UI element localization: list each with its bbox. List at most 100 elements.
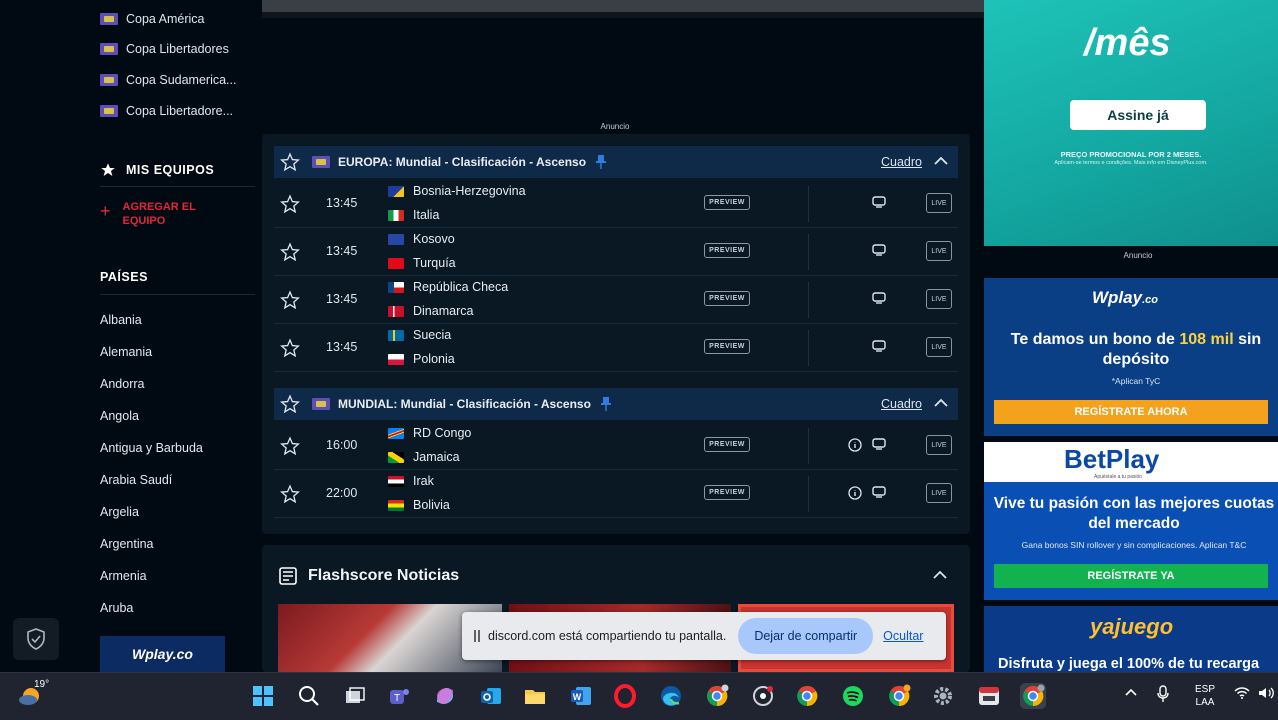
search-icon[interactable] — [296, 683, 322, 709]
cuadro-link[interactable]: Cuadro — [881, 397, 922, 411]
country-item[interactable]: Albania — [100, 313, 142, 327]
match-row[interactable]: 16:00 RD Congo Jamaica PREVIEW LIVE — [274, 422, 958, 470]
fifa-flag-icon — [100, 74, 118, 86]
volume-icon[interactable] — [1258, 686, 1274, 704]
league-header-europa[interactable]: EUROPA: Mundial - Clasificación - Ascens… — [274, 146, 958, 178]
preview-button[interactable]: PREVIEW — [704, 195, 750, 210]
microphone-icon[interactable] — [1156, 685, 1170, 707]
teams-icon[interactable]: T — [386, 683, 412, 709]
league-header-mundial[interactable]: MUNDIAL: Mundial - Clasificación - Ascen… — [274, 388, 958, 420]
live-button[interactable]: LIVE — [926, 337, 952, 357]
preview-button[interactable]: PREVIEW — [704, 339, 750, 354]
privacy-shield-button[interactable] — [13, 618, 59, 660]
wifi-icon[interactable] — [1234, 687, 1250, 703]
app-window-icon[interactable] — [976, 683, 1002, 709]
live-button[interactable]: LIVE — [926, 241, 952, 261]
league-name[interactable]: MUNDIAL: Mundial - Clasificación - Ascen… — [338, 397, 591, 411]
country-item[interactable]: Andorra — [100, 377, 144, 391]
country-item[interactable]: Angola — [100, 409, 139, 423]
preview-button[interactable]: PREVIEW — [704, 437, 750, 452]
match-row[interactable]: 13:45 Suecia Polonia PREVIEW LIVE — [274, 324, 958, 372]
chrome-profile-icon[interactable] — [704, 683, 730, 709]
match-row[interactable]: 13:45 Kosovo Turquía PREVIEW LIVE — [274, 228, 958, 276]
country-item[interactable]: Arabia Saudí — [100, 473, 172, 487]
file-explorer-icon[interactable] — [522, 683, 548, 709]
preview-button[interactable]: PREVIEW — [704, 485, 750, 500]
star-outline-icon[interactable] — [280, 484, 300, 504]
windows-start-icon[interactable] — [250, 683, 276, 709]
match-row[interactable]: 13:45 Bosnia-Herzegovina Italia PREVIEW … — [274, 180, 958, 228]
ad-disney[interactable]: /mês Assine já PREÇO PROMOCIONAL POR 2 M… — [984, 0, 1278, 246]
league-name[interactable]: EUROPA: Mundial - Clasificación - Ascens… — [338, 155, 586, 169]
live-button[interactable]: LIVE — [926, 483, 952, 503]
sidebar-league-copa-sudamericana[interactable]: Copa Sudamerica... — [100, 70, 236, 90]
outlook-icon[interactable] — [478, 683, 504, 709]
spotify-icon[interactable] — [840, 683, 866, 709]
cuadro-link[interactable]: Cuadro — [881, 155, 922, 169]
chevron-up-icon[interactable] — [934, 156, 948, 166]
chevron-up-icon[interactable] — [932, 570, 948, 580]
ad-wplay[interactable]: Wplay.co Te damos un bono de 108 mil sin… — [984, 278, 1278, 436]
registrate-ahora-button[interactable]: REGÍSTRATE AHORA — [994, 400, 1268, 424]
tv-icon[interactable] — [872, 486, 886, 498]
assine-button[interactable]: Assine já — [1070, 100, 1206, 130]
pin-icon[interactable] — [600, 397, 611, 411]
star-outline-icon[interactable] — [280, 242, 300, 262]
tv-icon[interactable] — [872, 292, 886, 304]
info-icon[interactable] — [848, 438, 862, 452]
info-icon[interactable] — [848, 486, 862, 500]
star-outline-icon[interactable] — [280, 394, 300, 414]
chrome-profile-icon[interactable] — [886, 683, 912, 709]
chevron-up-icon[interactable] — [934, 398, 948, 408]
country-item[interactable]: Armenia — [100, 569, 147, 583]
star-outline-icon[interactable] — [280, 338, 300, 358]
copilot-icon[interactable] — [432, 683, 458, 709]
ad-betplay[interactable]: BetPlay Apuéstale a tu pasión Vive tu pa… — [984, 442, 1278, 600]
preview-button[interactable]: PREVIEW — [704, 243, 750, 258]
betplay-logo: BetPlay — [1064, 444, 1160, 474]
sidebar-league-copa-libertadores[interactable]: Copa Libertadores — [100, 39, 229, 59]
country-item[interactable]: Alemania — [100, 345, 152, 359]
word-icon[interactable]: W — [568, 683, 594, 709]
preview-button[interactable]: PREVIEW — [704, 291, 750, 306]
live-button[interactable]: LIVE — [926, 435, 952, 455]
star-outline-icon[interactable] — [280, 194, 300, 214]
country-item[interactable]: Aruba — [100, 601, 133, 615]
live-button[interactable]: LIVE — [926, 289, 952, 309]
star-outline-icon[interactable] — [280, 290, 300, 310]
tv-icon[interactable] — [872, 196, 886, 208]
country-item[interactable]: Argentina — [100, 537, 154, 551]
star-outline-icon[interactable] — [280, 436, 300, 456]
hide-button[interactable]: Ocultar — [883, 629, 923, 643]
opera-icon[interactable] — [612, 683, 638, 709]
stop-sharing-button[interactable]: Dejar de compartir — [738, 618, 874, 654]
chevron-up-icon[interactable] — [1124, 687, 1138, 701]
ad-yajuego[interactable]: yajuego Disfruta y juega el 100% de tu r… — [984, 606, 1278, 672]
chrome-active-icon[interactable] — [1020, 683, 1046, 709]
drag-handle-icon[interactable] — [474, 630, 480, 642]
match-row[interactable]: 22:00 Irak Bolivia PREVIEW LIVE — [274, 470, 958, 518]
sidebar-ad-wplay[interactable]: Wplay.co — [100, 636, 225, 672]
star-outline-icon[interactable] — [280, 152, 300, 172]
sidebar-league-copa-america[interactable]: Copa América — [100, 9, 205, 29]
keyboard-language-indicator[interactable]: ESP LAA — [1190, 683, 1220, 709]
chrome-icon[interactable] — [794, 683, 820, 709]
recorder-icon[interactable] — [750, 683, 776, 709]
add-team-button[interactable]: + AGREGAR EL EQUIPO — [100, 200, 230, 228]
settings-gear-icon[interactable] — [930, 683, 956, 709]
pin-icon[interactable] — [596, 155, 607, 169]
kosovo-flag-icon — [388, 233, 404, 245]
country-item[interactable]: Antigua y Barbuda — [100, 441, 203, 455]
sidebar-league-copa-libertadores-2[interactable]: Copa Libertadore... — [100, 101, 233, 121]
tv-icon[interactable] — [872, 340, 886, 352]
task-view-icon[interactable] — [342, 683, 368, 709]
edge-icon[interactable] — [658, 683, 684, 709]
country-item[interactable]: Argelia — [100, 505, 139, 519]
tv-icon[interactable] — [872, 244, 886, 256]
registrate-ya-button[interactable]: REGÍSTRATE YA — [994, 564, 1268, 588]
match-row[interactable]: 13:45 República Checa Dinamarca PREVIEW … — [274, 276, 958, 324]
betplay-tagline: Apuéstale a tu pasión — [1094, 474, 1143, 480]
tv-icon[interactable] — [872, 438, 886, 450]
live-button[interactable]: LIVE — [926, 193, 952, 213]
weather-widget[interactable]: 19° — [18, 679, 49, 707]
